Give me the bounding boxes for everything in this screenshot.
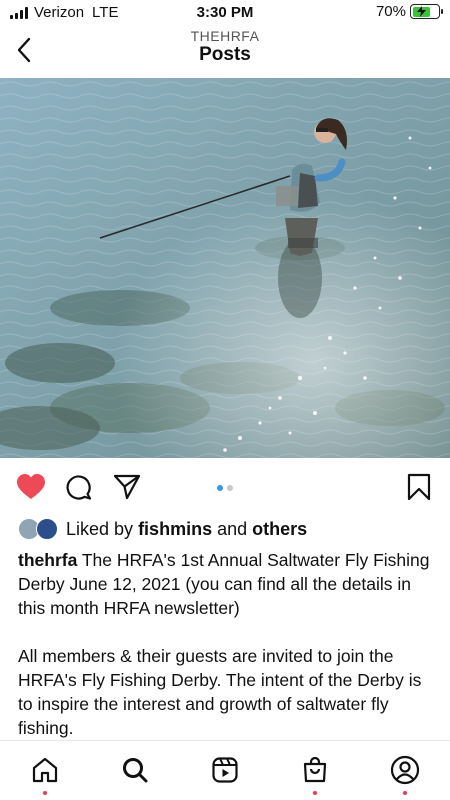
battery-status: 70% <box>375 3 443 20</box>
post-actions <box>0 466 450 506</box>
account-username: THEHRFA <box>190 28 260 44</box>
tab-indicator <box>43 791 47 795</box>
caption-paragraph-1: thehrfa The HRFA's 1st Annual Saltwater … <box>18 548 432 620</box>
fly-fishing-photo <box>0 78 450 458</box>
shop-icon <box>303 756 327 783</box>
battery-percent: 70% <box>375 3 406 20</box>
caption-author[interactable]: thehrfa <box>18 550 77 570</box>
liked-by-prefix: Liked by <box>66 518 134 539</box>
tab-home[interactable] <box>30 755 60 795</box>
charging-bolt-icon <box>416 6 426 17</box>
post-caption: thehrfa The HRFA's 1st Annual Saltwater … <box>18 548 432 740</box>
liked-by-and: and <box>217 518 248 539</box>
carousel-dot <box>227 485 233 491</box>
profile-icon <box>390 755 420 785</box>
carousel-indicator <box>0 485 450 491</box>
tab-profile[interactable] <box>390 755 420 795</box>
liker-username[interactable]: fishmins <box>138 519 212 540</box>
carousel-dot-active <box>217 485 223 491</box>
avatar <box>36 518 58 540</box>
save-button[interactable] <box>404 472 434 502</box>
tab-indicator <box>313 791 317 795</box>
battery-icon <box>410 4 443 19</box>
battery-fill <box>412 6 430 17</box>
caption-paragraph-2: All members & their guests are invited t… <box>18 646 422 738</box>
tab-shop[interactable] <box>300 755 330 795</box>
tab-search[interactable] <box>120 755 150 785</box>
post-image[interactable] <box>0 78 450 458</box>
header: THEHRFA Posts <box>0 26 450 74</box>
liked-by-others[interactable]: others <box>252 519 307 540</box>
liker-avatars <box>18 518 60 540</box>
search-icon <box>123 758 148 783</box>
bottom-tab-bar <box>0 740 450 800</box>
status-bar: Verizon LTE 3:30 PM 70% <box>0 0 450 26</box>
likes-summary[interactable]: Liked by fishmins and others <box>18 518 307 540</box>
reels-icon <box>212 757 238 783</box>
tab-reels[interactable] <box>210 755 240 785</box>
home-icon <box>32 757 58 783</box>
tab-indicator <box>403 791 407 795</box>
bookmark-icon <box>407 473 431 501</box>
caption-text-1: The HRFA's 1st Annual Saltwater Fly Fish… <box>18 550 430 618</box>
page-title: Posts <box>199 44 251 65</box>
